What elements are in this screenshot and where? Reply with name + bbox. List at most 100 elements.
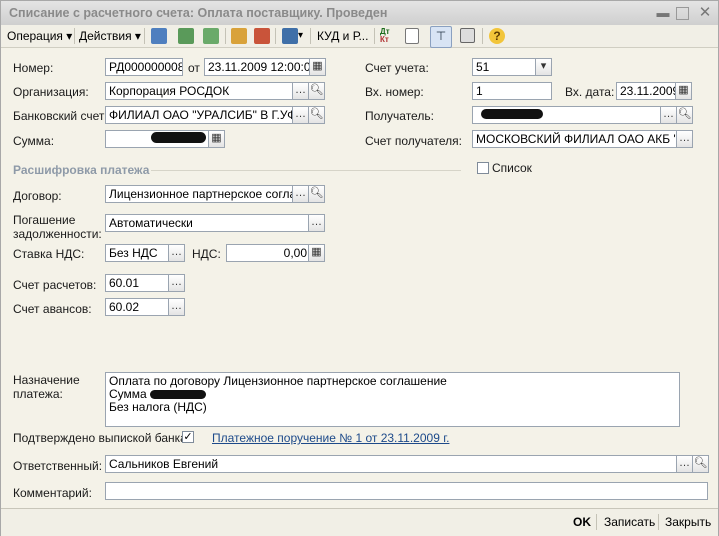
bottom-bar: OK Записать Закрыть (1, 508, 718, 536)
organization-field[interactable]: Корпорация РОСДОК (105, 82, 294, 100)
debt-label-line2: задолженности: (13, 227, 102, 241)
calculator-icon[interactable]: ▦ (208, 130, 225, 148)
in-date-label: Вх. дата: (565, 85, 615, 99)
copy-document-icon[interactable] (151, 28, 167, 44)
ellipsis-icon[interactable]: … (168, 244, 185, 262)
toolbar-separator (74, 28, 75, 44)
purpose-textarea[interactable]: Оплата по договору Лицензионное партнерс… (105, 372, 680, 427)
recipient-account-field[interactable]: МОСКОВСКИЙ ФИЛИАЛ ОАО АКБ "РОСБАНК" (472, 130, 679, 148)
post-document-icon[interactable] (203, 28, 219, 44)
help-icon[interactable]: ? (489, 28, 505, 44)
chevron-down-icon: ▾ (66, 29, 73, 43)
search-icon[interactable]: 🔍︎ (308, 185, 325, 203)
list-label: Список (492, 161, 532, 175)
structure-icon[interactable]: ⊤ (430, 26, 452, 48)
table-icon[interactable] (460, 28, 475, 43)
purpose-label-line2: платежа: (13, 387, 63, 401)
refresh-icon[interactable] (178, 28, 194, 44)
document-window: Списание с расчетного счета: Оплата пост… (0, 0, 719, 536)
search-icon[interactable]: 🔍︎ (308, 82, 325, 100)
ok-button[interactable]: OK (573, 515, 591, 529)
purpose-label-line1: Назначение (13, 373, 80, 387)
ellipsis-icon[interactable]: … (292, 106, 309, 124)
debt-label-line1: Погашение (13, 213, 76, 227)
settle-account-field[interactable]: 60.01 (105, 274, 169, 292)
title-bar: Списание с расчетного счета: Оплата пост… (1, 1, 718, 26)
chevron-down-icon: ▾ (134, 29, 141, 43)
calendar-icon[interactable]: ▦ (309, 58, 326, 76)
section-divider (151, 170, 461, 171)
save-button[interactable]: Записать (604, 515, 655, 529)
debt-field[interactable]: Автоматически (105, 214, 310, 232)
responsible-field[interactable]: Сальников Евгений (105, 455, 679, 473)
toolbar-separator (225, 28, 226, 44)
section-title: Расшифровка платежа (13, 163, 150, 177)
bank-account-label: Банковский счет: (13, 109, 108, 123)
search-icon[interactable]: 🔍︎ (308, 106, 325, 124)
search-icon[interactable]: 🔍︎ (676, 106, 693, 124)
confirmed-label: Подтверждено выпиской банка (13, 431, 187, 445)
vat-field[interactable]: 0,00 (226, 244, 311, 262)
ellipsis-icon[interactable]: … (676, 455, 693, 473)
go-to-icon[interactable] (282, 28, 298, 44)
toolbar-separator (310, 28, 311, 44)
ellipsis-icon[interactable]: … (292, 185, 309, 203)
bank-account-field[interactable]: ФИЛИАЛ ОАО "УРАЛСИБ" В Г.УФА (105, 106, 294, 124)
actions-menu[interactable]: Действия ▾ (79, 27, 141, 45)
ellipsis-icon[interactable]: … (676, 130, 693, 148)
recipient-account-label: Счет получателя: (365, 134, 462, 148)
contract-label: Договор: (13, 189, 62, 203)
ellipsis-icon[interactable]: … (292, 82, 309, 100)
toolbar: Операция ▾ Действия ▾ ▾ КУД и Р... Дт Кт … (1, 25, 718, 48)
calendar-icon[interactable]: ▦ (675, 82, 692, 100)
unpost-icon[interactable] (254, 28, 270, 44)
in-number-field[interactable]: 1 (472, 82, 552, 100)
maximize-icon[interactable] (676, 7, 689, 20)
number-field[interactable]: РД000000008 (105, 58, 183, 76)
ellipsis-icon[interactable]: … (660, 106, 677, 124)
comment-field[interactable] (105, 482, 708, 500)
report-icon[interactable] (405, 28, 419, 44)
toolbar-separator (374, 28, 375, 44)
operation-menu[interactable]: Операция ▾ (7, 27, 72, 45)
button-separator (658, 514, 659, 530)
chevron-down-icon[interactable]: ▾ (535, 58, 552, 76)
list-checkbox[interactable] (477, 162, 489, 174)
vat-label: НДС: (192, 247, 221, 261)
button-separator (596, 514, 597, 530)
ellipsis-icon[interactable]: … (308, 214, 325, 232)
post-and-close-icon[interactable] (231, 28, 247, 44)
payment-order-link[interactable]: Платежное поручение № 1 от 23.11.2009 г. (212, 431, 449, 445)
kud-button[interactable]: КУД и Р... (317, 27, 368, 45)
vat-rate-label: Ставка НДС: (13, 247, 85, 261)
settle-account-label: Счет расчетов: (13, 278, 97, 292)
search-icon[interactable]: 🔍︎ (692, 455, 709, 473)
toolbar-separator (144, 28, 145, 44)
vat-rate-field[interactable]: Без НДС (105, 244, 169, 262)
operation-menu-label: Операция (7, 29, 63, 43)
from-label: от (188, 61, 200, 75)
window-title: Списание с расчетного счета: Оплата пост… (9, 6, 388, 20)
confirmed-checkbox[interactable]: ✓ (182, 431, 194, 443)
ellipsis-icon[interactable]: … (168, 274, 185, 292)
redaction-mark (481, 109, 543, 119)
advance-account-field[interactable]: 60.02 (105, 298, 169, 316)
recipient-label: Получатель: (365, 109, 434, 123)
close-button[interactable]: Закрыть (665, 515, 711, 529)
debit-credit-icon[interactable]: Дт Кт (380, 28, 396, 44)
ellipsis-icon[interactable]: … (168, 298, 185, 316)
calculator-icon[interactable]: ▦ (308, 244, 325, 262)
redaction-mark (150, 390, 207, 400)
actions-menu-label: Действия (79, 29, 132, 43)
contract-field[interactable]: Лицензионное партнерское соглашение (105, 185, 294, 203)
close-icon[interactable]: ✕ (697, 5, 713, 21)
minimize-icon[interactable]: ▬ (655, 5, 671, 21)
in-date-field[interactable]: 23.11.2009 (616, 82, 676, 100)
number-label: Номер: (13, 61, 54, 75)
redaction-mark (151, 132, 206, 143)
account-field[interactable]: 51 (472, 58, 536, 76)
organization-label: Организация: (13, 85, 89, 99)
chevron-down-icon[interactable]: ▾ (298, 27, 303, 45)
date-field[interactable]: 23.11.2009 12:00:00 (204, 58, 310, 76)
sum-label: Сумма: (13, 134, 55, 148)
